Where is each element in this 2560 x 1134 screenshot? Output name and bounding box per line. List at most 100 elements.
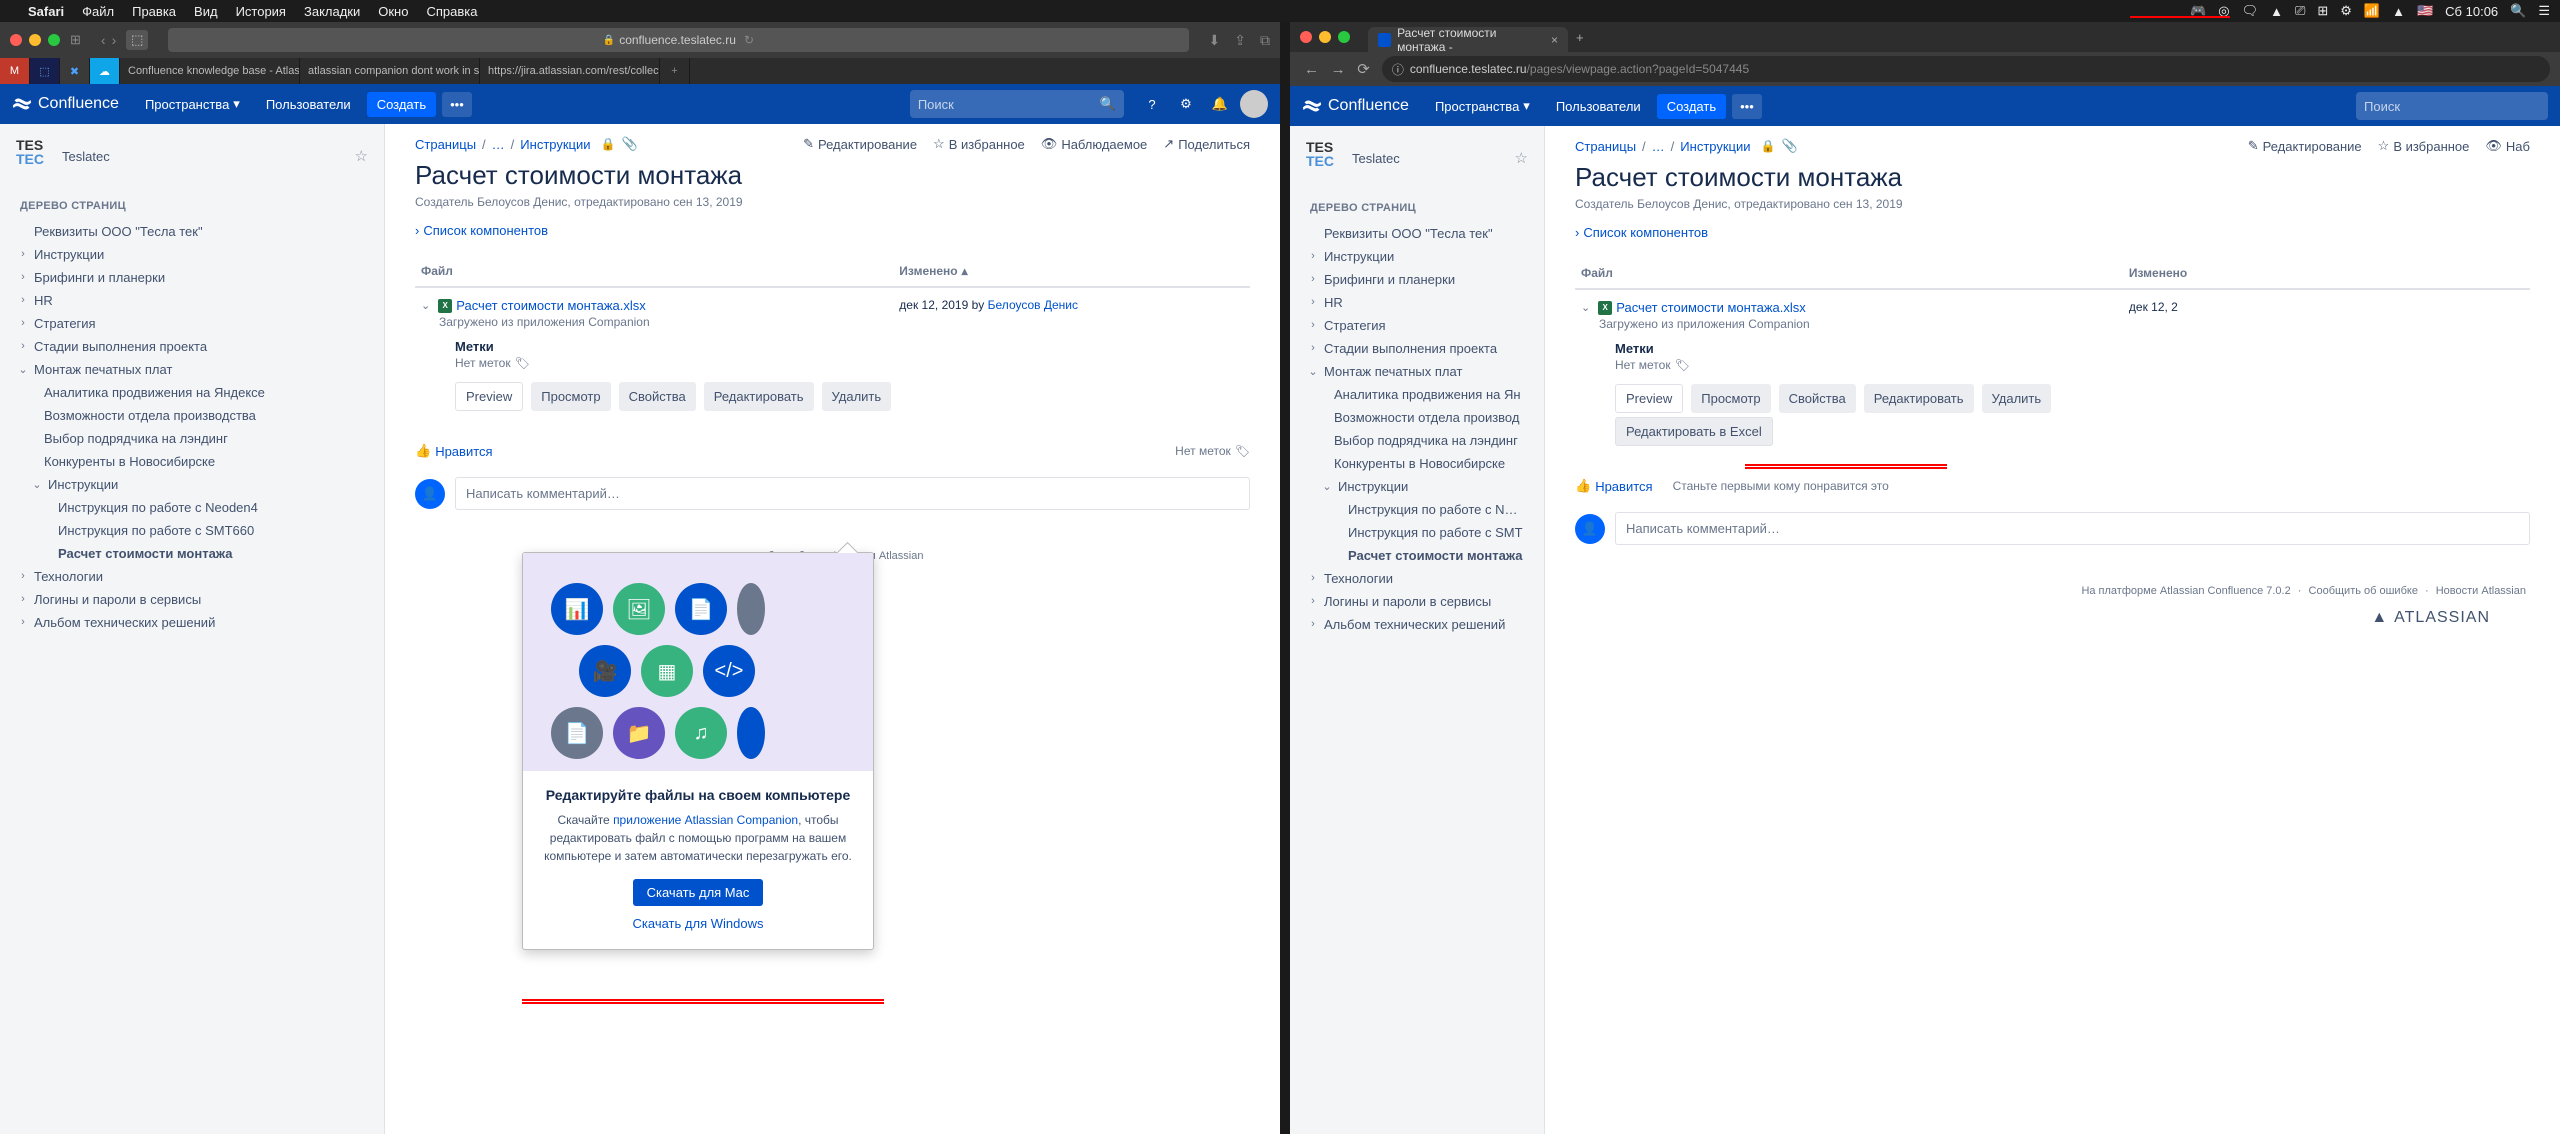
- restrictions-icon[interactable]: 🔒: [1761, 139, 1776, 153]
- breadcrumb-link[interactable]: …: [1652, 139, 1665, 154]
- share-icon[interactable]: ⇪: [1234, 32, 1246, 49]
- edit-button[interactable]: ✎ Редактирование: [2248, 138, 2362, 154]
- flag-icon[interactable]: 🇺🇸: [2417, 3, 2433, 19]
- tree-caret[interactable]: ›: [16, 271, 30, 283]
- tree-caret[interactable]: ⌄: [30, 478, 44, 491]
- search-input[interactable]: [918, 97, 1094, 112]
- window-controls[interactable]: [1300, 31, 1350, 43]
- tree-item[interactable]: Стратегия: [1300, 314, 1534, 337]
- tree-caret[interactable]: ›: [16, 317, 30, 329]
- labels-right[interactable]: Нет меток 🏷: [1175, 444, 1250, 458]
- download-windows-link[interactable]: Скачать для Windows: [541, 916, 855, 931]
- tree-caret[interactable]: ›: [1306, 595, 1320, 607]
- properties-button[interactable]: Свойства: [1779, 384, 1856, 413]
- create-button[interactable]: Создать: [1657, 94, 1726, 119]
- safari-tab-new[interactable]: +: [660, 58, 690, 84]
- nav-spaces[interactable]: Пространства▾: [135, 90, 250, 118]
- safari-tab-pinned[interactable]: ✖: [60, 58, 90, 84]
- menu-help[interactable]: Справка: [426, 4, 477, 19]
- tree-item[interactable]: Инструкция по работе с Neoden4: [38, 496, 374, 519]
- search-box[interactable]: 🔍: [910, 90, 1124, 118]
- edit-button[interactable]: ✎ Редактирование: [803, 136, 917, 152]
- star-icon[interactable]: ☆: [1515, 149, 1528, 167]
- safari-tab-pinned[interactable]: M: [0, 58, 30, 84]
- tree-caret[interactable]: ›: [1306, 273, 1320, 285]
- tree-item[interactable]: Стратегия: [10, 312, 374, 335]
- components-link[interactable]: ›Список компонентов: [415, 223, 1250, 238]
- create-button[interactable]: Создать: [367, 92, 436, 117]
- footer-news[interactable]: Новости Atlassian: [2436, 585, 2526, 597]
- gear-icon[interactable]: ⚙: [1172, 90, 1200, 118]
- tab-close-icon[interactable]: ×: [1551, 33, 1558, 47]
- tree-item[interactable]: Реквизиты ООО "Тесла тек": [10, 220, 374, 243]
- attachments-icon[interactable]: 📎: [1781, 138, 1797, 154]
- menubar-clock[interactable]: Сб 10:06: [2445, 4, 2498, 19]
- tree-caret[interactable]: ›: [1306, 342, 1320, 354]
- footer-platform[interactable]: На платформе Atlassian Confluence 7.0.2: [2081, 585, 2290, 597]
- confluence-logo[interactable]: Confluence: [1302, 96, 1409, 116]
- wifi-icon[interactable]: 📶: [2364, 3, 2380, 19]
- download-icon[interactable]: ⬇: [1209, 32, 1221, 49]
- like-button[interactable]: 👍 Нравится: [1575, 478, 1653, 494]
- address-bar[interactable]: ⓘ confluence.teslatec.ru/pages/viewpage.…: [1382, 56, 2550, 82]
- tree-item[interactable]: Конкуренты в Новосибирске: [1314, 452, 1534, 475]
- comment-input[interactable]: Написать комментарий…: [455, 477, 1250, 510]
- nav-users[interactable]: Пользователи: [1546, 93, 1651, 120]
- tree-item[interactable]: Технологии: [10, 565, 374, 588]
- tabs-icon[interactable]: ⧉: [1260, 32, 1270, 49]
- tree-item[interactable]: Стадии выполнения проекта: [1300, 337, 1534, 360]
- status-icon[interactable]: ⊞: [2317, 3, 2328, 19]
- tree-caret[interactable]: ›: [1306, 618, 1320, 630]
- tag-icon[interactable]: 🏷: [1675, 358, 1690, 372]
- address-bar[interactable]: 🔒 confluence.teslatec.ru ↻: [168, 28, 1188, 52]
- search-input[interactable]: [2364, 99, 2540, 114]
- edit-attachment-button[interactable]: Редактировать: [704, 382, 814, 411]
- delete-button[interactable]: Удалить: [1982, 384, 2052, 413]
- menu-history[interactable]: История: [236, 4, 286, 19]
- col-file[interactable]: Файл: [1575, 266, 2129, 280]
- tree-caret[interactable]: ›: [1306, 296, 1320, 308]
- site-info-icon[interactable]: ⓘ: [1392, 61, 1404, 78]
- watch-button[interactable]: 👁 Наблюдаемое: [1041, 136, 1148, 152]
- tree-item[interactable]: HR: [10, 289, 374, 312]
- preview-button[interactable]: Preview: [455, 382, 523, 411]
- menubar-app[interactable]: Safari: [28, 4, 64, 19]
- tree-item[interactable]: Инструкции: [1300, 245, 1534, 268]
- status-icon[interactable]: ⚙: [2340, 3, 2352, 19]
- favorite-button[interactable]: ☆ В избранное: [933, 136, 1025, 152]
- delete-button[interactable]: Удалить: [822, 382, 892, 411]
- create-more-button[interactable]: •••: [442, 92, 472, 117]
- col-modified[interactable]: Изменено: [2129, 266, 2530, 280]
- col-file[interactable]: Файл: [415, 264, 899, 278]
- companion-link[interactable]: приложение Atlassian Companion: [613, 813, 798, 827]
- help-icon[interactable]: ?: [1138, 90, 1166, 118]
- menu-bookmarks[interactable]: Закладки: [304, 4, 360, 19]
- menu-edit[interactable]: Правка: [132, 4, 176, 19]
- watch-button[interactable]: 👁 Наб: [2485, 138, 2530, 154]
- tree-item[interactable]: Инструкция по работе с SMT: [1328, 521, 1534, 544]
- tree-item[interactable]: HR: [1300, 291, 1534, 314]
- tree-item[interactable]: Логины и пароли в сервисы: [10, 588, 374, 611]
- edit-in-excel-button[interactable]: Редактировать в Excel: [1615, 417, 1773, 446]
- back-icon[interactable]: ‹: [101, 32, 106, 48]
- footer-report[interactable]: Сообщить об ошибке: [2309, 585, 2418, 597]
- tree-item[interactable]: Логины и пароли в сервисы: [1300, 590, 1534, 613]
- tree-item[interactable]: Альбом технических решений: [1300, 613, 1534, 636]
- edit-attachment-button[interactable]: Редактировать: [1864, 384, 1974, 413]
- tree-caret[interactable]: ›: [16, 248, 30, 260]
- tree-item[interactable]: Возможности отдела производства: [24, 404, 374, 427]
- safari-tab[interactable]: https://jira.atlassian.com/rest/collecto…: [480, 58, 660, 84]
- tree-item[interactable]: Аналитика продвижения на Яндексе: [24, 381, 374, 404]
- expand-icon[interactable]: ⌄: [1581, 301, 1590, 314]
- tree-item[interactable]: Выбор подрядчика на лэндинг: [24, 427, 374, 450]
- forward-icon[interactable]: →: [1327, 61, 1350, 78]
- status-icon[interactable]: 🗨: [2242, 3, 2259, 19]
- tree-caret[interactable]: ›: [16, 616, 30, 628]
- tree-caret[interactable]: ›: [16, 570, 30, 582]
- tree-item[interactable]: Аналитика продвижения на Ян: [1314, 383, 1534, 406]
- tree-item[interactable]: Технологии: [1300, 567, 1534, 590]
- user-link[interactable]: Белоусов Денис: [988, 298, 1078, 312]
- avatar[interactable]: [1240, 90, 1268, 118]
- safari-tab[interactable]: atlassian companion dont work in safari …: [300, 58, 480, 84]
- safari-tab-pinned[interactable]: ☁: [90, 58, 120, 84]
